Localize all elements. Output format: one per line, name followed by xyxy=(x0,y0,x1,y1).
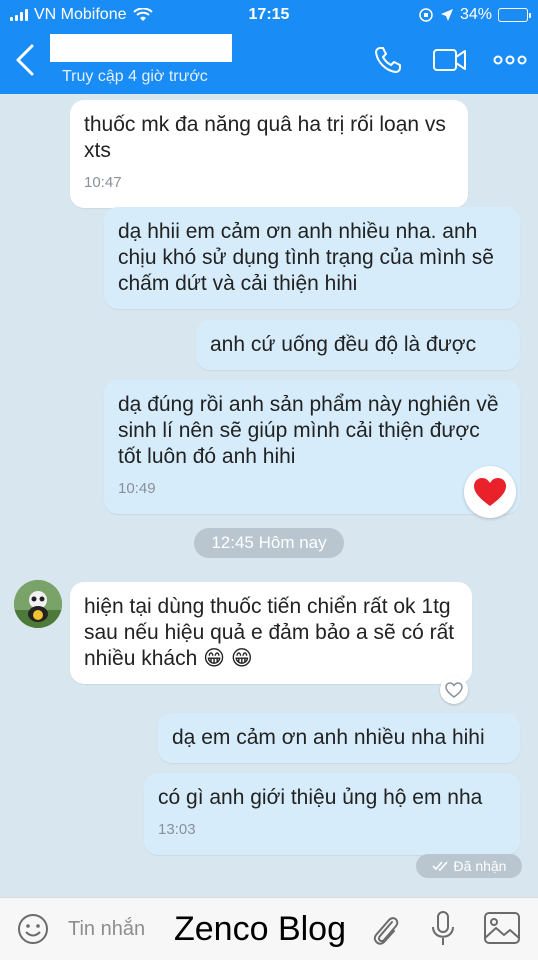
double-check-icon xyxy=(431,861,448,872)
message-text: anh cứ uống đều độ là được xyxy=(210,333,477,356)
date-separator: 12:45 Hôm nay xyxy=(194,528,344,558)
delivered-badge: Đã nhận xyxy=(416,854,522,878)
microphone-icon[interactable] xyxy=(428,910,458,948)
message-outgoing[interactable]: dạ em cảm ơn anh nhiều nha hihi xyxy=(158,713,520,763)
back-chevron-icon[interactable] xyxy=(10,42,40,78)
emoji-icon[interactable] xyxy=(16,912,50,946)
contact-name-redacted[interactable] xyxy=(50,34,232,62)
avatar[interactable] xyxy=(14,580,62,628)
message-incoming[interactable]: hiện tại dùng thuốc tiến chiển rất ok 1t… xyxy=(70,582,472,684)
message-text: dạ hhii em cảm ơn anh nhiều nha. anh chị… xyxy=(118,220,494,295)
message-text: thuốc mk đa năng quâ ha trị rối loạn vs … xyxy=(84,113,446,162)
chat-header: Truy cập 4 giờ trước xyxy=(0,30,538,94)
top-bar: VN Mobifone 17:15 34% Truy cập 4 giờ trư… xyxy=(0,0,538,94)
message-composer: Tin nhắn Zenco Blog xyxy=(0,897,538,960)
video-icon[interactable] xyxy=(432,44,468,76)
add-reaction-heart-icon[interactable] xyxy=(440,676,468,704)
delivered-label: Đã nhận xyxy=(453,858,507,874)
message-outgoing[interactable]: dạ đúng rồi anh sản phẩm này nghiên về s… xyxy=(104,380,520,514)
watermark-text: Zenco Blog xyxy=(174,910,346,948)
battery-percent: 34% xyxy=(459,6,492,23)
orientation-lock-icon xyxy=(419,8,433,22)
location-icon xyxy=(440,9,453,21)
heart-reaction-icon[interactable] xyxy=(464,466,516,518)
image-icon[interactable] xyxy=(482,910,522,946)
header-actions xyxy=(372,44,528,76)
message-text: có gì anh giới thiệu ủng hộ em nha xyxy=(158,786,483,809)
message-time: 13:03 xyxy=(158,821,196,838)
message-text: dạ đúng rồi anh sản phẩm này nghiên về s… xyxy=(118,393,499,468)
battery-icon xyxy=(498,8,531,22)
message-text: hiện tại dùng thuốc tiến chiển rất ok 1t… xyxy=(84,595,455,670)
message-text: dạ em cảm ơn anh nhiều nha hihi xyxy=(172,726,485,749)
message-input[interactable]: Tin nhắn xyxy=(68,918,145,941)
attachment-icon[interactable] xyxy=(368,912,402,948)
message-incoming[interactable]: thuốc mk đa năng quâ ha trị rối loạn vs … xyxy=(70,100,468,208)
last-seen-label: Truy cập 4 giờ trước xyxy=(62,68,208,85)
phone-icon[interactable] xyxy=(372,44,408,76)
status-bar: VN Mobifone 17:15 34% xyxy=(0,0,538,30)
message-outgoing[interactable]: anh cứ uống đều độ là được xyxy=(196,320,520,370)
message-outgoing[interactable]: dạ hhii em cảm ơn anh nhiều nha. anh chị… xyxy=(104,207,520,309)
message-time: 10:47 xyxy=(84,174,122,191)
message-outgoing[interactable]: có gì anh giới thiệu ủng hộ em nha 13:03 xyxy=(144,773,520,855)
more-icon[interactable] xyxy=(492,44,528,76)
message-time: 10:49 xyxy=(118,480,156,497)
status-right: 34% xyxy=(418,6,531,24)
